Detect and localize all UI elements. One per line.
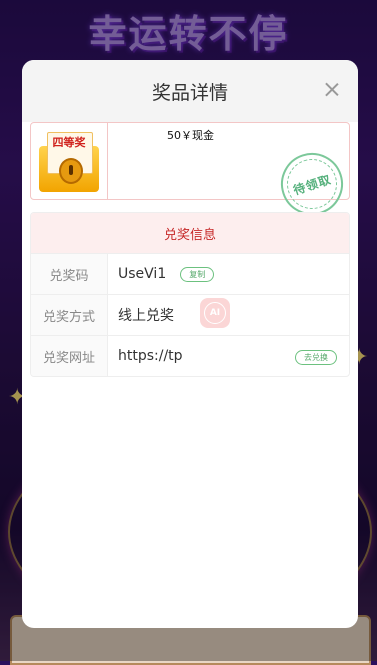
redeem-info-table: 兑奖信息 兑奖码 UseVi1 复制 兑奖方式 线上兑奖 兑奖网址 https:… bbox=[30, 212, 350, 377]
redeem-method: 线上兑奖 bbox=[118, 308, 174, 324]
close-icon[interactable] bbox=[322, 80, 342, 100]
go-redeem-button[interactable]: 去兑换 bbox=[295, 350, 337, 365]
modal-header: 奖品详情 bbox=[22, 60, 358, 122]
table-row: 兑奖网址 https://tp 去兑换 bbox=[31, 335, 349, 376]
prize-name: 50￥现金 bbox=[167, 129, 214, 142]
row-value: UseVi1 复制 bbox=[108, 254, 349, 294]
redeem-url: https://tp bbox=[118, 348, 183, 364]
redeem-info-header: 兑奖信息 bbox=[31, 213, 349, 253]
row-value: https://tp 去兑换 bbox=[108, 336, 349, 376]
row-label: 兑奖网址 bbox=[31, 336, 108, 376]
prize-card: 四等奖 50￥现金 待领取 bbox=[30, 122, 352, 224]
status-stamp-text: 待领取 bbox=[291, 171, 333, 198]
table-row: 兑奖方式 线上兑奖 bbox=[31, 294, 349, 335]
copy-button[interactable]: 复制 bbox=[180, 266, 215, 282]
redeem-code: UseVi1 bbox=[118, 266, 167, 282]
prize-level-badge: 四等奖 bbox=[52, 136, 86, 149]
row-label: 兑奖方式 bbox=[31, 295, 108, 335]
row-label: 兑奖码 bbox=[31, 254, 108, 294]
ai-assistant-button[interactable]: AI bbox=[200, 298, 230, 328]
prize-detail-modal: 奖品详情 四等奖 50￥现金 待领取 兑奖信息 兑奖码 UseVi1 复制 兑奖… bbox=[22, 60, 358, 628]
modal-title: 奖品详情 bbox=[151, 81, 228, 104]
prize-image: 四等奖 bbox=[31, 123, 108, 199]
table-row: 兑奖码 UseVi1 复制 bbox=[31, 253, 349, 294]
url-mask bbox=[186, 340, 266, 374]
ai-icon: AI bbox=[204, 302, 226, 324]
lock-icon bbox=[59, 158, 83, 184]
